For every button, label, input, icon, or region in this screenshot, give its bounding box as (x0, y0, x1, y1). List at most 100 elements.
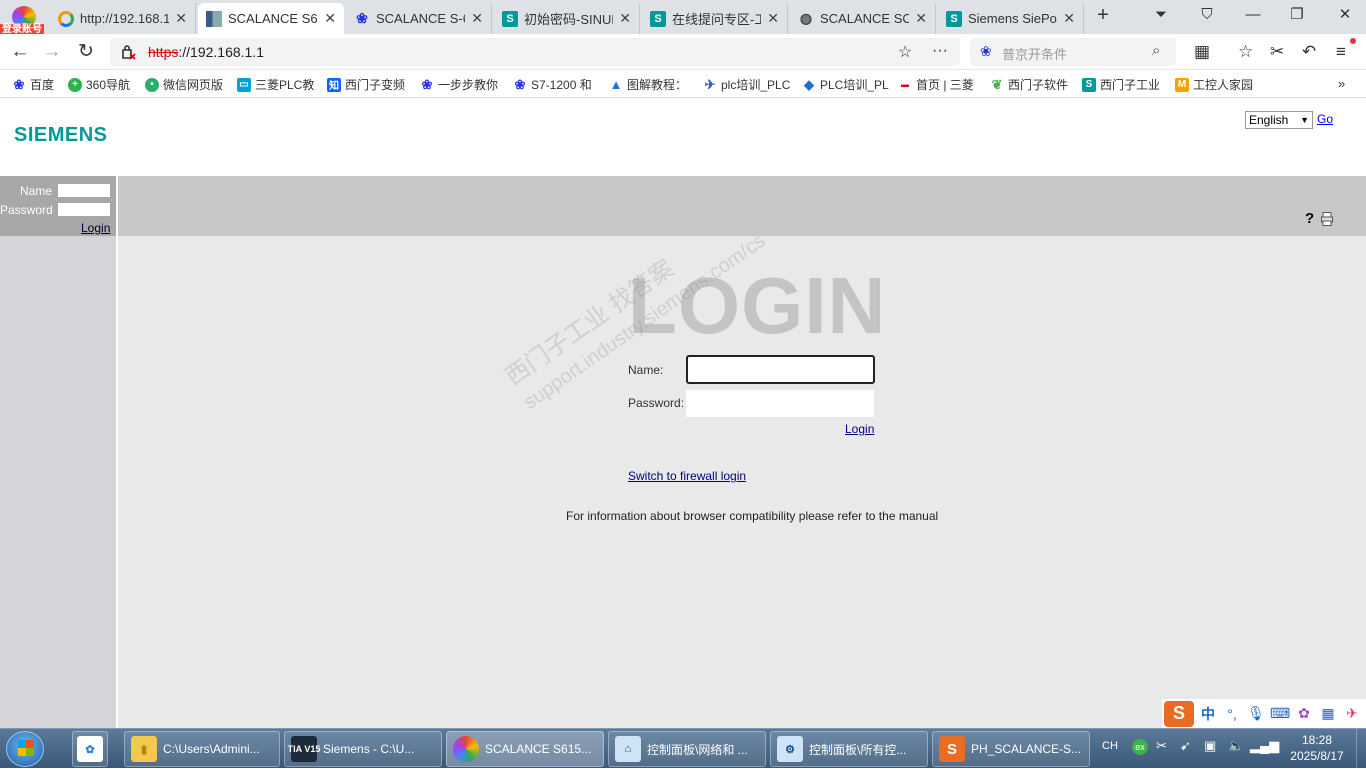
close-icon[interactable]: ✕ (175, 10, 187, 27)
bookmark-item[interactable]: ▲ 图解教程： (609, 76, 687, 93)
forward-arrow-icon[interactable]: → (40, 40, 64, 64)
sogou-icon[interactable]: S (1164, 700, 1194, 727)
tools-tray-icon[interactable]: ✂ (1156, 738, 1167, 754)
microphone-icon[interactable]: 🎙 (1246, 705, 1266, 722)
ime-extra-icon[interactable]: ✈ (1342, 705, 1362, 722)
sidebar-login-link[interactable]: Login (81, 221, 110, 235)
new-tab-button[interactable]: + (1088, 4, 1118, 26)
ime-lang-indicator[interactable]: CH (1102, 740, 1118, 752)
ime-toolbar: S 中 °, 🎙 ⌨ ✿ ▦ ✈ (1162, 699, 1366, 728)
siemens-s-icon: S (650, 10, 666, 27)
taskbar-window-button[interactable]: ⚙ 控制面板\所有控... (770, 731, 928, 767)
windows-taskbar: ✿ ▮ C:\Users\Admini... TIA V15 Siemens - C… (0, 728, 1366, 769)
baidu-paw-icon: ❀ (980, 43, 992, 59)
taskbar-window-button[interactable]: ▮ C:\Users\Admini... (124, 731, 280, 767)
bookmark-item[interactable]: S 西门子工业 (1082, 76, 1160, 93)
network-signal-icon[interactable]: ▂▄▆ (1250, 738, 1279, 754)
bookmark-item[interactable]: +360导航 (68, 76, 130, 93)
volume-icon[interactable]: 🔈 (1228, 738, 1244, 754)
arrow-tray-icon[interactable]: ➹ (1180, 738, 1191, 754)
minimize-icon[interactable]: — (1238, 4, 1268, 26)
bookmark-item[interactable]: ◆ PLC培训_PL (802, 76, 889, 93)
tab-4[interactable]: S 在线提问专区-工业 ✕ (642, 3, 788, 34)
close-icon[interactable]: ✕ (619, 10, 631, 27)
show-desktop-button[interactable] (1356, 729, 1366, 769)
password-input[interactable] (686, 390, 874, 417)
url-text[interactable]: https://192.168.1.1 (148, 44, 264, 60)
ex-tray-icon[interactable]: ex (1132, 739, 1148, 755)
tab-1[interactable]: SCALANCE S615 ✕ (198, 3, 344, 34)
bookmark-item[interactable]: M 工控人家园 (1175, 76, 1253, 93)
taskbar-window-button[interactable]: S PH_SCALANCE-S... (932, 731, 1090, 767)
more-dots-icon[interactable]: ··· (932, 42, 948, 60)
window-close-icon[interactable]: ✕ (1330, 4, 1360, 26)
tab-2[interactable]: ❀ SCALANCE S-600 ✕ (346, 3, 492, 34)
skin-shirt-icon[interactable]: ✿ (1294, 705, 1314, 722)
skin-icon[interactable]: ⛉ (1192, 4, 1222, 26)
tab-6[interactable]: S Siemens SiePortal ✕ (938, 3, 1084, 34)
bookmarks-more-button[interactable]: » (1338, 76, 1345, 91)
apps-grid-icon[interactable]: ▦ (1194, 42, 1210, 62)
close-icon[interactable]: ✕ (915, 10, 927, 27)
firewall-login-link[interactable]: Switch to firewall login (628, 469, 746, 483)
login-link[interactable]: Login (845, 422, 874, 436)
toolbox-icon[interactable]: ▦ (1318, 705, 1338, 722)
network-icon: ⌂ (615, 736, 641, 762)
close-icon[interactable]: ✕ (471, 10, 483, 27)
bookmark-item[interactable]: ❦ 西门子软件 (990, 76, 1068, 93)
bookmark-item[interactable]: ❀ 一步步教你 (420, 76, 498, 93)
search-box[interactable]: ❀ 普京开条件 ⌕ (970, 38, 1176, 66)
bookmark-label: 360导航 (86, 78, 131, 92)
account-dropdown-icon[interactable]: ⏷ (1146, 4, 1176, 26)
bookmark-label: plc培训_PLC (721, 78, 791, 92)
taskbar-window-button[interactable]: TIA V15 Siemens - C:\U... (284, 731, 442, 767)
keyboard-icon[interactable]: ⌨ (1270, 705, 1290, 722)
name-input[interactable] (686, 355, 875, 384)
bookmark-item[interactable]: ✈ plc培训_PLC (703, 76, 791, 93)
close-icon[interactable]: ✕ (767, 10, 779, 27)
bookmark-label: S7-1200 和 (531, 78, 592, 92)
insecure-lock-icon[interactable] (120, 44, 136, 60)
taskbar-window-button[interactable]: ⌂ 控制面板\网络和 ... (608, 731, 766, 767)
ime-mode[interactable]: 中 (1198, 704, 1218, 724)
tab-0[interactable]: http://192.168.1.1 ✕ (50, 3, 196, 34)
help-icon[interactable]: ? (1305, 210, 1314, 227)
sidebar-login-panel: Name Password Login (0, 176, 117, 236)
menu-icon[interactable]: ≡ (1336, 42, 1346, 62)
bookmark-item[interactable]: ▭ 三菱PLC教 (237, 76, 314, 93)
sidebar-name-input[interactable] (58, 184, 110, 197)
bookmark-item[interactable]: ▬ 首页 | 三菱 (898, 76, 974, 93)
bookmark-label: 三菱PLC教 (255, 78, 315, 92)
baidu-paw-icon: ❀ (356, 10, 368, 26)
bookmark-item[interactable]: 知西门子变频 (327, 76, 405, 93)
printer-icon[interactable] (1321, 212, 1333, 226)
close-icon[interactable]: ✕ (324, 10, 336, 27)
favorites-list-icon[interactable]: ☆ (1238, 42, 1253, 62)
system-clock[interactable]: 18:28 2025/8/17 (1284, 732, 1350, 764)
maximize-icon[interactable]: ❐ (1282, 4, 1312, 26)
back-arrow-icon[interactable]: ← (8, 40, 32, 64)
sidebar-password-input[interactable] (58, 203, 110, 216)
tab-3[interactable]: S 初始密码-SINUMERIK ✕ (494, 3, 640, 34)
taskbar-window-button[interactable]: SCALANCE S615... (446, 731, 604, 767)
usb-tray-icon[interactable]: ▣ (1204, 738, 1216, 754)
bookmark-item[interactable]: ❀ 百度 (12, 76, 54, 93)
punctuation-icon[interactable]: °, (1222, 706, 1242, 722)
address-bar[interactable]: https://192.168.1.1 ☆ ··· (110, 38, 960, 66)
scissors-icon[interactable]: ✂ (1270, 42, 1284, 62)
taskbar-window-label: PH_SCALANCE-S... (971, 742, 1082, 756)
bookmark-item[interactable]: ❀ S7-1200 和 (513, 76, 592, 93)
bookmark-item[interactable]: • 微信网页版 (145, 76, 223, 93)
left-sidebar: Name Password Login (0, 176, 117, 728)
language-select[interactable]: English ▼ (1245, 111, 1313, 129)
close-icon[interactable]: ✕ (1063, 10, 1075, 27)
undo-icon[interactable]: ↶ (1302, 42, 1316, 62)
pinned-app-button[interactable]: ✿ (72, 731, 108, 767)
tab-5[interactable]: ◍ SCALANCE SC-600 ✕ (790, 3, 936, 34)
start-button[interactable] (6, 731, 44, 767)
reload-icon[interactable]: ↻ (74, 40, 98, 64)
go-link[interactable]: Go (1317, 112, 1333, 126)
search-icon[interactable]: ⌕ (1152, 42, 1160, 59)
diamond-logo-icon: ◆ (804, 76, 814, 92)
star-bookmark-icon[interactable]: ☆ (898, 42, 912, 62)
